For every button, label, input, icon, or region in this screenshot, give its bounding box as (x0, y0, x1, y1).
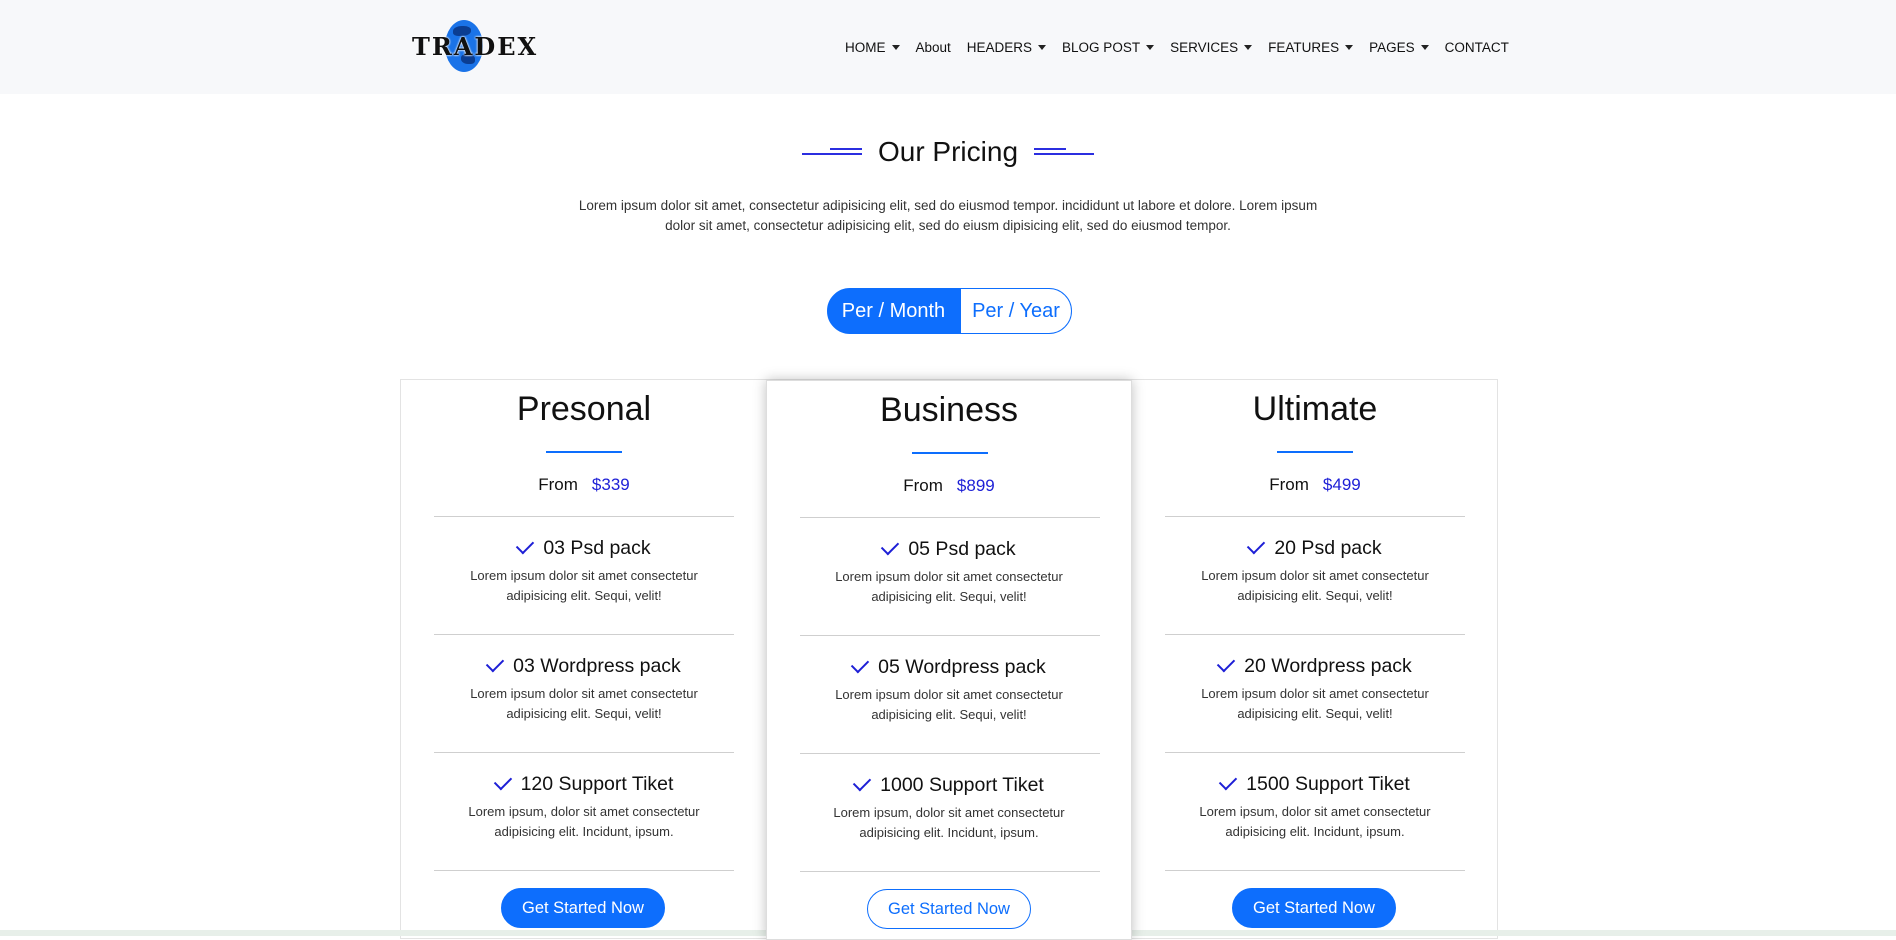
feature-item: 03 Wordpress pack Lorem ipsum dolor sit … (470, 653, 698, 721)
check-icon (1247, 535, 1266, 555)
feature-item: 20 Psd pack Lorem ipsum dolor sit amet c… (1201, 535, 1429, 603)
title-underline (546, 451, 622, 453)
divider (1165, 516, 1465, 517)
plan-name: Presonal (516, 390, 652, 428)
caret-down-icon (1038, 44, 1047, 50)
divider (434, 870, 734, 871)
nav-item-blog-post[interactable]: BLOG POST (1062, 40, 1155, 55)
divider (1165, 870, 1465, 871)
caret-down-icon (1244, 44, 1253, 50)
plan-price: From $499 (1269, 475, 1361, 494)
divider (800, 517, 1100, 518)
caret-down-icon (1420, 44, 1429, 50)
site-header: TRADEX HOME About HEADERS BLOG POST SERV… (0, 0, 1896, 94)
per-month-button[interactable]: Per / Month (827, 288, 960, 334)
brand-logo[interactable]: TRADEX (412, 18, 539, 74)
divider (1165, 752, 1465, 753)
price-amount: $499 (1322, 475, 1361, 494)
feature-item: 1500 Support Tiket Lorem ipsum, dolor si… (1199, 771, 1431, 839)
plan-name: Ultimate (1252, 390, 1378, 428)
feature-item: 1000 Support Tiket Lorem ipsum, dolor si… (833, 772, 1065, 840)
price-amount: $899 (956, 476, 995, 495)
divider (800, 753, 1100, 754)
page-title: Our Pricing (877, 136, 1019, 167)
title-underline (1277, 451, 1353, 453)
get-started-button[interactable]: Get Started Now (867, 889, 1031, 929)
check-icon (1218, 771, 1238, 791)
pricing-card-personal: Presonal From $339 03 Psd pack Lorem ipsu… (401, 380, 767, 940)
nav-item-services[interactable]: SERVICES (1170, 40, 1253, 55)
billing-toggle: Per / Month Per / Year (827, 288, 1072, 334)
feature-item: 03 Psd pack Lorem ipsum dolor sit amet c… (470, 535, 698, 603)
nav-item-contact[interactable]: CONTACT (1445, 40, 1509, 55)
divider (434, 752, 734, 753)
feature-item: 05 Psd pack Lorem ipsum dolor sit amet c… (835, 536, 1063, 604)
section-heading: Our Pricing (0, 132, 1896, 172)
divider (800, 635, 1100, 636)
divider (434, 516, 734, 517)
section-intro: Lorem ipsum dolor sit amet, consectetur … (578, 198, 1318, 233)
main-nav: HOME About HEADERS BLOG POST SERVICES FE… (845, 36, 1509, 58)
divider (800, 871, 1100, 872)
price-amount: $339 (591, 475, 630, 494)
check-icon (881, 536, 900, 556)
check-icon (493, 771, 512, 791)
get-started-button[interactable]: Get Started Now (501, 888, 665, 928)
divider (434, 634, 734, 635)
get-started-button[interactable]: Get Started Now (1232, 888, 1396, 928)
feature-item: 120 Support Tiket Lorem ipsum, dolor sit… (468, 771, 700, 839)
feature-item: 05 Wordpress pack Lorem ipsum dolor sit … (835, 654, 1063, 722)
logo-text: TRADEX (412, 32, 539, 61)
per-year-button[interactable]: Per / Year (960, 288, 1072, 334)
check-icon (485, 653, 505, 673)
nav-item-headers[interactable]: HEADERS (967, 40, 1047, 55)
divider (1165, 634, 1465, 635)
heading-decor-right (1034, 147, 1095, 157)
check-icon (516, 535, 535, 555)
pricing-card-ultimate: Ultimate From $499 20 Psd pack Lorem ipsu… (1132, 380, 1498, 940)
feature-item: 20 Wordpress pack Lorem ipsum dolor sit … (1201, 653, 1429, 721)
nav-item-home[interactable]: HOME (845, 40, 900, 55)
heading-decor-left (801, 147, 862, 157)
plan-name: Business (880, 391, 1018, 429)
caret-down-icon (1345, 44, 1354, 50)
check-icon (852, 772, 872, 792)
title-underline (912, 452, 988, 454)
nav-item-about[interactable]: About (916, 40, 951, 55)
nav-item-features[interactable]: FEATURES (1268, 40, 1354, 55)
check-icon (1216, 653, 1236, 673)
caret-down-icon (1146, 44, 1155, 50)
pricing-card-business: Business From $899 05 Psd pack Lorem ipsu… (766, 380, 1132, 940)
plan-price: From $899 (903, 476, 995, 495)
check-icon (850, 654, 870, 674)
caret-down-icon (891, 44, 900, 50)
nav-item-pages[interactable]: PAGES (1369, 40, 1429, 55)
plan-price: From $339 (538, 475, 630, 494)
